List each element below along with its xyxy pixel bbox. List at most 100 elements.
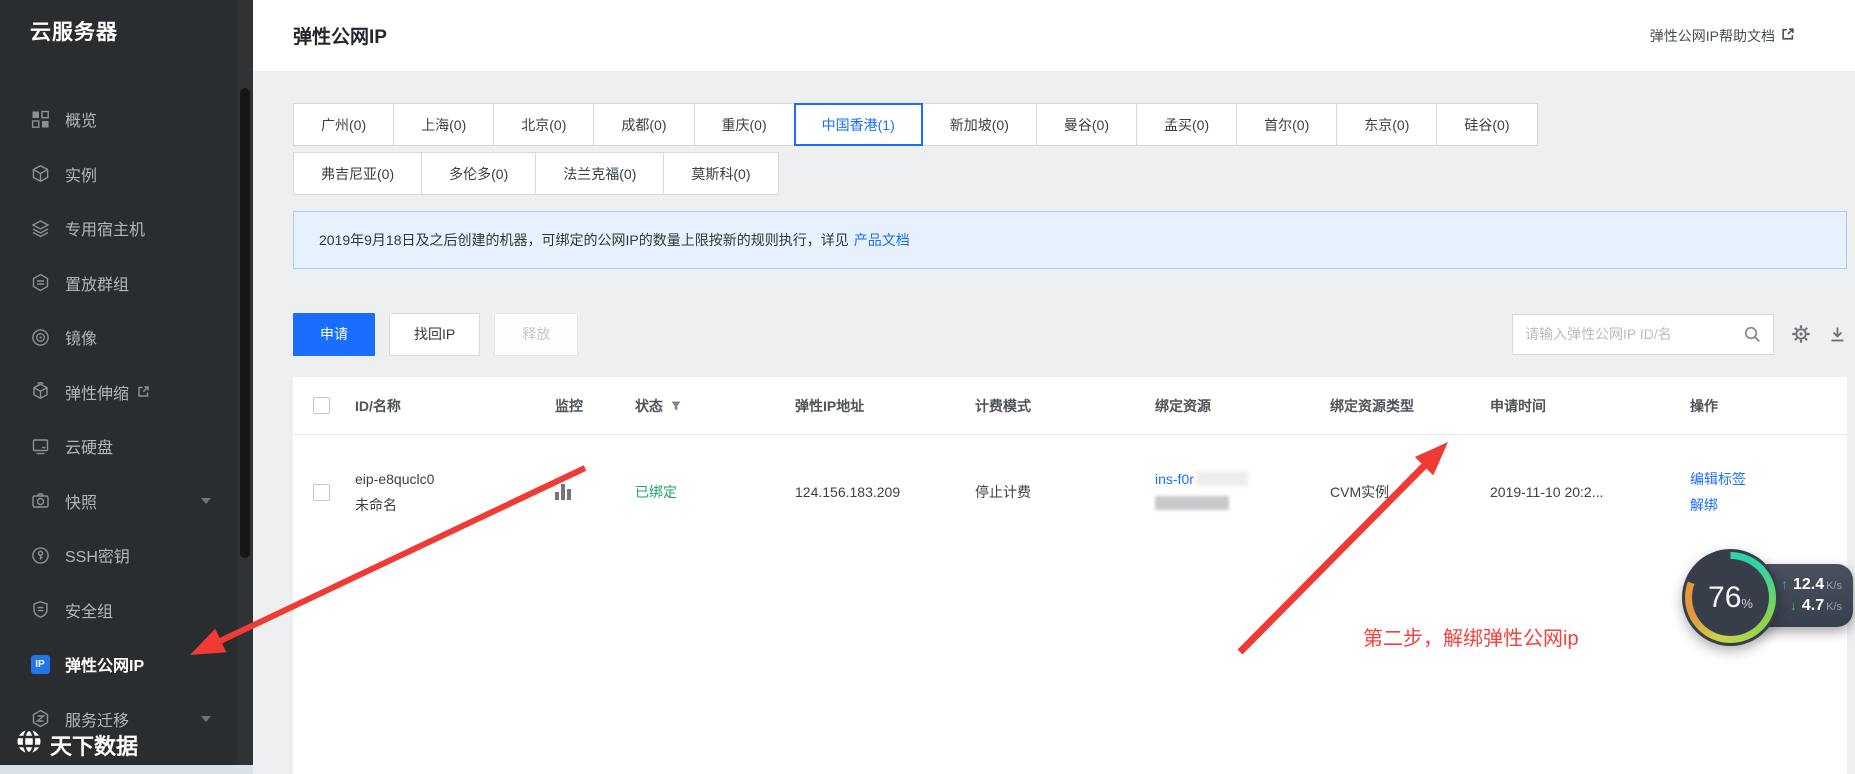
region-tab-virginia[interactable]: 弗吉尼亚(0) bbox=[293, 152, 422, 195]
search-icon[interactable] bbox=[1731, 315, 1773, 354]
sidebar-item-label: 概览 bbox=[65, 107, 97, 131]
download-speed-unit: K/s bbox=[1826, 601, 1842, 613]
placement-group-icon bbox=[30, 273, 50, 293]
chevron-down-icon[interactable] bbox=[201, 716, 211, 722]
download-arrow-icon: ↓ bbox=[1790, 597, 1797, 613]
monitor-chart-icon[interactable] bbox=[555, 484, 571, 500]
region-tabs-row2: 弗吉尼亚(0) 多伦多(0) 法兰克福(0) 莫斯科(0) bbox=[293, 152, 779, 195]
gear-icon[interactable] bbox=[1791, 324, 1811, 344]
column-header-status: 状态 bbox=[635, 396, 795, 416]
watermark-label: 天下数据 bbox=[50, 729, 138, 761]
eip-icon: IP bbox=[30, 654, 50, 674]
region-tab-frankfurt[interactable]: 法兰克福(0) bbox=[535, 152, 664, 195]
search-box bbox=[1512, 314, 1774, 355]
region-tab-moscow[interactable]: 莫斯科(0) bbox=[663, 152, 778, 195]
sidebar-item-label: 快照 bbox=[65, 489, 97, 513]
window-bottom-edge bbox=[0, 765, 253, 774]
help-doc-link[interactable]: 弹性公网IP帮助文档 bbox=[1650, 26, 1795, 46]
region-tab-mumbai[interactable]: 孟买(0) bbox=[1136, 103, 1237, 146]
sidebar-item-images[interactable]: 镜像 bbox=[0, 310, 237, 365]
region-tabs-row1: 广州(0) 上海(0) 北京(0) 成都(0) 重庆(0) 中国香港(1) 新加… bbox=[293, 103, 1538, 146]
unbind-link[interactable]: 解绑 bbox=[1690, 497, 1718, 513]
chevron-down-icon[interactable] bbox=[201, 498, 211, 504]
region-tab-toronto[interactable]: 多伦多(0) bbox=[421, 152, 536, 195]
cell-resource: ins-f0r bbox=[1155, 466, 1330, 518]
overview-icon bbox=[30, 109, 50, 129]
row-checkbox[interactable] bbox=[313, 484, 330, 501]
cell-resource-type: CVM实例 bbox=[1330, 482, 1490, 502]
release-button[interactable]: 释放 bbox=[494, 313, 578, 356]
download-speed-row: ↓ 4.7 K/s bbox=[1780, 597, 1842, 615]
column-header-apply-time: 申请时间 bbox=[1490, 396, 1690, 416]
cell-monitor bbox=[555, 484, 635, 500]
sidebar-item-snapshots[interactable]: 快照 bbox=[0, 474, 237, 529]
gauge-center: 76 % bbox=[1692, 559, 1769, 636]
search-input[interactable] bbox=[1513, 326, 1731, 342]
region-tab-shanghai[interactable]: 上海(0) bbox=[393, 103, 494, 146]
sidebar-item-auto-scaling[interactable]: 弹性伸缩 bbox=[0, 365, 237, 420]
external-link-icon bbox=[1781, 27, 1795, 44]
sidebar-item-label: 弹性伸缩 bbox=[65, 380, 129, 404]
sidebar-item-label: 安全组 bbox=[65, 598, 113, 622]
region-tab-beijing[interactable]: 北京(0) bbox=[493, 103, 594, 146]
region-tab-chengdu[interactable]: 成都(0) bbox=[593, 103, 694, 146]
apply-button[interactable]: 申请 bbox=[293, 313, 375, 356]
upload-speed-value: 12.4 bbox=[1793, 576, 1824, 594]
sidebar-item-label: 镜像 bbox=[65, 325, 97, 349]
cell-id-name: eip-e8quclc0 未命名 bbox=[355, 466, 555, 518]
upload-speed-unit: K/s bbox=[1826, 580, 1842, 592]
sidebar-item-dedicated-hosts[interactable]: 专用宿主机 bbox=[0, 201, 237, 256]
cpu-gauge[interactable]: 76 % bbox=[1682, 549, 1779, 646]
sidebar-item-ssh-keys[interactable]: SSH密钥 bbox=[0, 528, 237, 583]
sidebar-item-cloud-disks[interactable]: 云硬盘 bbox=[0, 419, 237, 474]
recover-ip-button[interactable]: 找回IP bbox=[389, 313, 480, 356]
sidebar-item-security-groups[interactable]: 安全组 bbox=[0, 583, 237, 638]
region-tab-seoul[interactable]: 首尔(0) bbox=[1236, 103, 1337, 146]
external-link-icon bbox=[137, 385, 150, 398]
sidebar-item-placement-groups[interactable]: 置放群组 bbox=[0, 256, 237, 311]
sidebar-item-eip[interactable]: IP 弹性公网IP bbox=[0, 637, 237, 692]
upload-speed-row: ↑ 12.4 K/s bbox=[1780, 576, 1842, 594]
info-banner: 2019年9月18日及之后创建的机器，可绑定的公网IP的数量上限按新的规则执行，… bbox=[293, 211, 1847, 269]
region-tab-guangzhou[interactable]: 广州(0) bbox=[293, 103, 394, 146]
cell-apply-time: 2019-11-10 20:2... bbox=[1490, 484, 1690, 500]
region-tab-singapore[interactable]: 新加坡(0) bbox=[922, 103, 1037, 146]
sidebar-item-label: 实例 bbox=[65, 162, 97, 186]
region-tab-chongqing[interactable]: 重庆(0) bbox=[694, 103, 795, 146]
sidebar-item-overview[interactable]: 概览 bbox=[0, 92, 237, 147]
column-header-resource: 绑定资源 bbox=[1155, 396, 1330, 416]
page-header: 弹性公网IP 弹性公网IP帮助文档 bbox=[253, 0, 1855, 71]
migration-icon bbox=[30, 709, 50, 729]
edit-tag-link[interactable]: 编辑标签 bbox=[1690, 471, 1746, 487]
sidebar-scrollbar-thumb[interactable] bbox=[240, 88, 250, 558]
column-header-resource-type: 绑定资源类型 bbox=[1330, 396, 1490, 416]
sidebar-menu: 概览 实例 专用宿主机 置放群组 镜像 弹性伸缩 云硬盘 bbox=[0, 92, 237, 746]
product-doc-link[interactable]: 产品文档 bbox=[854, 230, 910, 250]
cloud-disk-icon bbox=[30, 436, 50, 456]
eip-table: ID/名称 监控 状态 弹性IP地址 计费模式 绑定资源 绑定资源类型 申请时间… bbox=[293, 377, 1847, 774]
main-content: 弹性公网IP 弹性公网IP帮助文档 广州(0) 上海(0) 北京(0) 成都(0… bbox=[253, 0, 1855, 774]
region-tab-tokyo[interactable]: 东京(0) bbox=[1336, 103, 1437, 146]
table-row: eip-e8quclc0 未命名 已绑定 124.156.183.209 停止计… bbox=[293, 435, 1847, 549]
bound-resource-link[interactable]: ins-f0r bbox=[1155, 471, 1194, 487]
censored-region bbox=[1196, 471, 1248, 486]
cell-billing: 停止计费 bbox=[975, 482, 1155, 502]
gauge-percent-sign: % bbox=[1741, 596, 1753, 611]
cell-ip: 124.156.183.209 bbox=[795, 484, 975, 500]
region-tab-hongkong[interactable]: 中国香港(1) bbox=[794, 103, 923, 146]
filter-icon[interactable] bbox=[670, 400, 682, 412]
sidebar-item-label: 专用宿主机 bbox=[65, 216, 145, 240]
host-layers-icon bbox=[30, 218, 50, 238]
sidebar-item-instances[interactable]: 实例 bbox=[0, 147, 237, 202]
select-all-checkbox[interactable] bbox=[313, 397, 330, 414]
region-tab-bangkok[interactable]: 曼谷(0) bbox=[1036, 103, 1137, 146]
cell-status: 已绑定 bbox=[635, 482, 795, 502]
sidebar: 云服务器 概览 实例 专用宿主机 置放群组 镜像 弹性伸缩 bbox=[0, 0, 237, 765]
column-header-monitor: 监控 bbox=[555, 396, 635, 416]
region-tab-siliconvalley[interactable]: 硅谷(0) bbox=[1436, 103, 1537, 146]
toolbar-right bbox=[1512, 314, 1847, 355]
download-icon[interactable] bbox=[1828, 325, 1847, 344]
column-header-ip: 弹性IP地址 bbox=[795, 396, 975, 416]
gauge-percent-value: 76 bbox=[1708, 581, 1741, 615]
table-header-row: ID/名称 监控 状态 弹性IP地址 计费模式 绑定资源 绑定资源类型 申请时间… bbox=[293, 377, 1847, 435]
